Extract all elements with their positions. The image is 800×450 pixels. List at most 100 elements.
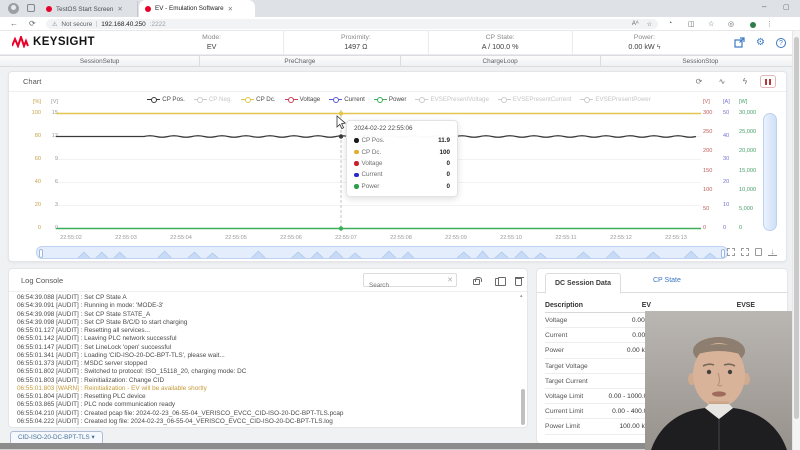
log-search-input[interactable] [364,279,456,292]
legend-item-power[interactable]: Power [373,96,406,103]
divider [96,21,98,27]
legend-item-evsepresentpower[interactable]: EVSEPresentPower [580,96,651,103]
row-ev-value: - [595,359,651,374]
maximize-window-icon[interactable]: ▢ [783,3,790,11]
tooltip-row: Current 0 [354,169,450,180]
tab-dc-session-data[interactable]: DC Session Data [545,273,622,294]
x-axis-tick: 22:55:02 [60,235,82,241]
log-entry: 06:54:39.098 [AUDIT] : Set CP State B/C/… [17,318,188,326]
series-dot-icon [354,149,359,155]
session-tab-chargeloop[interactable]: ChargeLoop [399,56,600,66]
scroll-up-arrow-icon[interactable]: ▴ [520,293,523,299]
zoom-reset-icon[interactable] [741,248,749,256]
legend-item-cp-pos-[interactable]: CP Pos. [147,96,185,103]
log-console-panel: Log Console ✕ 06:54:39.088 [AUDIT] : Set… [8,268,528,428]
cp-pos-hover-dot [338,134,344,139]
brand-name: KEYSIGHT [33,36,95,48]
row-ev-value: 0.00 - 400.00 [612,408,651,416]
extension-icon[interactable]: ◎ [728,20,734,28]
log-entry: 06:55:01.804 [AUDIT] : Resetting PLC dev… [17,393,146,400]
settings-gear-icon[interactable]: ⚙ [756,37,765,48]
axis-tick: 5,000 [739,205,753,212]
legend-item-cp-neg-[interactable]: CP Neg. [193,96,232,103]
axis-tick: 50 [723,110,730,116]
zoom-box-icon[interactable] [727,248,735,256]
x-axis-tick: 22:55:08 [390,235,412,241]
session-tab-sessionstop[interactable]: SessionStop [599,56,800,66]
axis-tick: 10 [723,202,730,208]
legend-item-evsepresentvoltage[interactable]: EVSEPresentVoltage [415,96,489,103]
url-port: :2222 [149,20,166,28]
status-readouts: Mode: EV Proximity: 1497 Ω CP State: A /… [140,31,716,55]
range-slider-right-handle[interactable] [721,249,725,258]
webcam-video-overlay [645,311,792,450]
legend-marker-icon [147,96,161,103]
chart-signal-icon[interactable]: ∿ [714,75,730,88]
clear-log-icon[interactable] [514,276,524,286]
not-secure-icon: ⚠ [52,21,58,28]
axis-tick: 0 [37,225,41,231]
chart-vertical-zoom-slider[interactable] [763,113,777,231]
close-tab-icon[interactable]: ✕ [117,5,122,13]
tooltip-series-value: 0 [446,159,450,167]
chart-range-slider[interactable] [36,246,728,259]
autoscroll-lock-icon[interactable] [473,277,482,285]
log-entry: 06:55:01.147 [AUDIT] : Set LineLock 'ope… [17,343,172,351]
browser-menu-icon[interactable]: ⋮ [766,20,773,28]
close-tab-icon[interactable]: ✕ [228,5,233,13]
row-description: Voltage Limit [545,392,584,400]
bookmark-star-icon[interactable]: ☆ [647,21,652,28]
axis-tick: 30,000 [739,110,757,116]
browser-profile-avatar[interactable] [8,3,19,14]
refresh-icon[interactable]: ⟳ [29,19,36,28]
axis-tick: 40 [723,133,730,139]
legend-item-current[interactable]: Current [329,96,365,103]
x-axis-tick: 22:55:13 [665,235,687,241]
chevron-down-icon: ▾ [91,434,95,441]
session-tab-precharge[interactable]: PreCharge [199,56,400,66]
axis-unit-label: [V] [51,99,58,105]
extension-icon[interactable] [750,21,756,28]
log-entries-list[interactable]: 06:54:39.088 [AUDIT] : Set CP State A 06:… [17,294,515,426]
row-description: Power Limit [545,423,580,431]
log-scrollbar[interactable]: ▴ [520,293,525,427]
browser-tab-ev-emulation[interactable]: EV - Emulation Software ✕ [139,0,255,17]
minimize-window-icon[interactable]: – [762,2,766,11]
browser-tab-testos[interactable]: TestOS Start Screen ✕ [40,1,138,17]
download-icon[interactable]: ↓ [768,248,777,256]
url-bar[interactable]: ⚠ Not secure 192.168.40.250:2222 Aᴬ ☆ [46,19,658,29]
legend-item-voltage[interactable]: Voltage [284,96,320,103]
row-ev-value: 0.00 - 1000.00 [608,392,651,400]
clear-search-icon[interactable]: ✕ [447,277,453,285]
range-slider-left-handle[interactable] [39,249,43,258]
split-screen-icon[interactable]: ◫ [688,20,695,28]
font-size-icon[interactable]: Aᴬ [632,21,639,28]
extension-icon[interactable]: ◔ [668,20,672,27]
page-scrollbar-thumb[interactable] [794,37,799,419]
row-description: Power [545,347,564,355]
session-stage-tabs: SessionSetup PreCharge ChargeLoop SessionSt… [0,55,800,67]
legend-item-evsepresentcurrent[interactable]: EVSEPresentCurrent [497,96,571,103]
tab-search-icon[interactable] [27,4,35,12]
legend-marker-icon [193,96,207,103]
export-data-icon[interactable] [755,248,762,256]
back-icon[interactable]: ← [10,19,18,28]
x-axis-tick: 22:55:09 [445,235,467,241]
chart-reset-icon[interactable]: ⟳ [691,75,707,88]
session-tab-sessionsetup[interactable]: SessionSetup [0,56,200,66]
page-scrollbar[interactable] [792,31,800,450]
chart-trigger-icon[interactable]: ϟ [737,75,753,88]
browser-address-bar: ← ⟳ ⚠ Not secure 192.168.40.250:2222 Aᴬ … [0,17,800,31]
browser-tab-strip: TestOS Start Screen ✕ EV - Emulation Sof… [0,0,800,17]
x-axis-tick: 22:55:12 [610,235,632,241]
legend-item-cp-dc-[interactable]: CP Dc. [241,96,276,103]
chart-pause-button[interactable] [760,75,776,88]
presenter-person [645,311,792,450]
copy-log-icon[interactable] [495,276,506,286]
tab-cp-state[interactable]: CP State [653,277,681,284]
log-scrollbar-thumb[interactable] [520,389,525,425]
log-console-title: Log Console [21,276,64,285]
popout-icon[interactable] [734,37,745,48]
extension-star-icon[interactable]: ☆ [708,20,714,28]
help-icon[interactable]: ? [776,37,786,48]
